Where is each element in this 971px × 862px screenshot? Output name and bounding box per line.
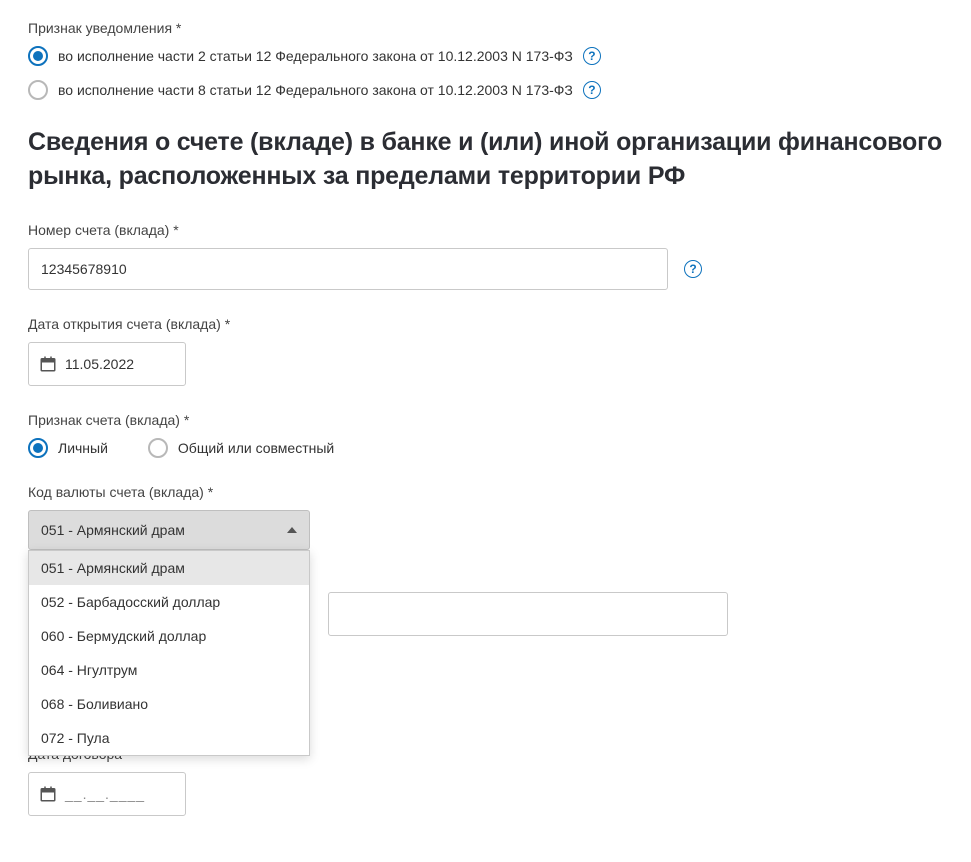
- account-sign-shared-row: Общий или совместный: [148, 438, 334, 458]
- open-date-label: Дата открытия счета (вклада) *: [28, 316, 943, 332]
- section-heading: Сведения о счете (вкладе) в банке и (или…: [28, 126, 943, 194]
- currency-select-display[interactable]: 051 - Армянский драм: [28, 510, 310, 550]
- help-icon[interactable]: ?: [583, 81, 601, 99]
- open-date-input[interactable]: 11.05.2022: [28, 342, 186, 386]
- calendar-icon: [39, 355, 57, 373]
- account-number-label: Номер счета (вклада) *: [28, 222, 943, 238]
- currency-option[interactable]: 064 - Нгултрум: [29, 653, 309, 687]
- account-number-input[interactable]: [28, 248, 668, 290]
- notification-option-2-radio[interactable]: [28, 80, 48, 100]
- account-sign-personal-label[interactable]: Личный: [58, 440, 108, 456]
- currency-selected-value: 051 - Армянский драм: [41, 522, 185, 538]
- contract-date-group: Дата договора __.__.____: [28, 746, 943, 816]
- notification-sign-label: Признак уведомления *: [28, 20, 943, 36]
- help-icon[interactable]: ?: [684, 260, 702, 278]
- account-sign-group: Признак счета (вклада) * Личный Общий ил…: [28, 412, 943, 458]
- contract-date-placeholder: __.__.____: [65, 786, 145, 802]
- account-sign-shared-radio[interactable]: [148, 438, 168, 458]
- currency-option[interactable]: 072 - Пула: [29, 721, 309, 755]
- currency-dropdown[interactable]: 051 - Армянский драм 052 - Барбадосский …: [28, 550, 310, 756]
- currency-option[interactable]: 068 - Боливиано: [29, 687, 309, 721]
- account-sign-personal-row: Личный: [28, 438, 108, 458]
- currency-select[interactable]: 051 - Армянский драм 051 - Армянский дра…: [28, 510, 310, 550]
- help-icon[interactable]: ?: [583, 47, 601, 65]
- account-sign-shared-label[interactable]: Общий или совместный: [178, 440, 334, 456]
- open-date-group: Дата открытия счета (вклада) * 11.05.202…: [28, 316, 943, 386]
- account-sign-personal-radio[interactable]: [28, 438, 48, 458]
- notification-option-1-radio[interactable]: [28, 46, 48, 66]
- notification-option-1-row: во исполнение части 2 статьи 12 Федераль…: [28, 46, 943, 66]
- open-date-value: 11.05.2022: [65, 356, 134, 372]
- caret-up-icon: [287, 527, 297, 533]
- account-sign-label: Признак счета (вклада) *: [28, 412, 943, 428]
- notification-option-2-label[interactable]: во исполнение части 8 статьи 12 Федераль…: [58, 82, 573, 98]
- currency-option[interactable]: 060 - Бермудский доллар: [29, 619, 309, 653]
- account-number-group: Номер счета (вклада) * ?: [28, 222, 943, 290]
- calendar-icon: [39, 785, 57, 803]
- currency-option[interactable]: 052 - Барбадосский доллар: [29, 585, 309, 619]
- contract-date-input[interactable]: __.__.____: [28, 772, 186, 816]
- currency-label: Код валюты счета (вклада) *: [28, 484, 943, 500]
- notification-option-1-label[interactable]: во исполнение части 2 статьи 12 Федераль…: [58, 48, 573, 64]
- notification-option-2-row: во исполнение части 8 статьи 12 Федераль…: [28, 80, 943, 100]
- currency-option[interactable]: 051 - Армянский драм: [29, 551, 309, 585]
- currency-group: Код валюты счета (вклада) * 051 - Армянс…: [28, 484, 943, 550]
- notification-sign-group: Признак уведомления * во исполнение част…: [28, 20, 943, 100]
- partial-input-behind[interactable]: [328, 592, 728, 636]
